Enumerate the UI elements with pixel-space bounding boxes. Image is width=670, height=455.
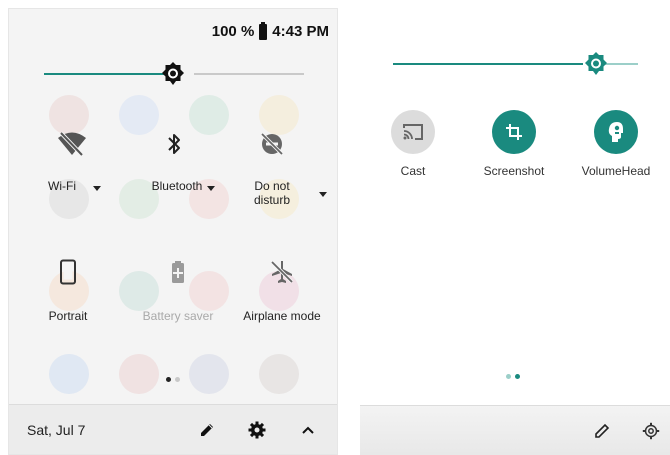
battery-percent: 100 % — [211, 23, 255, 40]
tile-airplane-mode[interactable]: Airplane mode — [235, 255, 329, 323]
wifi-dropdown-icon[interactable] — [93, 186, 101, 191]
edit-icon[interactable] — [590, 419, 614, 443]
collapse-chevron-up-icon[interactable] — [296, 418, 320, 442]
tile-wifi[interactable] — [37, 127, 107, 161]
airplane-icon — [265, 255, 299, 289]
tile-dnd-label-wrap[interactable]: Do not disturb — [237, 179, 307, 207]
page-dot-active — [515, 374, 520, 379]
crop-icon — [492, 110, 536, 154]
quick-settings-footer — [360, 405, 670, 455]
date-label: Sat, Jul 7 — [27, 422, 86, 438]
tile-portrait[interactable]: Portrait — [33, 255, 103, 323]
background-app-icon — [189, 354, 229, 394]
bluetooth-dropdown-icon[interactable] — [207, 186, 215, 191]
settings-gear-icon[interactable] — [639, 419, 663, 443]
tile-label: Bluetooth — [151, 179, 203, 193]
bluetooth-icon — [157, 127, 191, 161]
battery-saver-icon — [161, 255, 195, 289]
tile-cast[interactable]: Cast — [368, 110, 458, 178]
dnd-dropdown-icon[interactable] — [319, 192, 327, 197]
tile-bluetooth[interactable] — [139, 127, 209, 161]
status-bar: 100 % 4:43 PM — [211, 21, 329, 40]
quick-settings-panel: 100 % 4:43 PM Wi-Fi Bluetooth Do not dis… — [8, 8, 338, 455]
brightness-track-empty — [194, 73, 304, 75]
background-app-icon — [259, 354, 299, 394]
tile-label: Airplane mode — [243, 309, 321, 323]
page-indicator — [166, 377, 180, 382]
page-dot-active — [166, 377, 171, 382]
tile-do-not-disturb[interactable] — [237, 127, 307, 161]
tile-label: Battery saver — [142, 309, 214, 323]
tile-label: Portrait — [48, 309, 88, 323]
edit-icon[interactable] — [195, 418, 219, 442]
tile-screenshot[interactable]: Screenshot — [469, 110, 559, 178]
battery-icon — [259, 21, 268, 40]
tile-volumehead[interactable]: VolumeHead — [571, 110, 661, 178]
cast-icon — [391, 110, 435, 154]
tile-label: VolumeHead — [581, 164, 651, 178]
brightness-track-filled — [393, 63, 583, 65]
quick-settings-page-2: Cast Screenshot VolumeHead — [360, 0, 670, 455]
portrait-icon — [51, 255, 85, 289]
wifi-off-icon — [55, 127, 89, 161]
page-dot — [506, 374, 511, 379]
tile-wifi-label-wrap[interactable]: Wi-Fi — [27, 179, 97, 193]
do-not-disturb-icon — [255, 127, 289, 161]
tile-label: Do not disturb — [253, 179, 291, 207]
background-app-icon — [119, 354, 159, 394]
page-indicator — [506, 374, 520, 379]
page-dot — [175, 377, 180, 382]
clock: 4:43 PM — [272, 23, 329, 40]
background-app-icon — [49, 354, 89, 394]
brightness-icon[interactable] — [583, 51, 609, 77]
brightness-track-filled — [44, 73, 172, 75]
volume-head-icon — [594, 110, 638, 154]
tile-label: Wi-Fi — [48, 179, 76, 193]
tile-battery-saver[interactable]: Battery saver — [133, 255, 223, 323]
brightness-track-empty — [605, 63, 638, 65]
quick-settings-footer: Sat, Jul 7 — [9, 404, 337, 454]
brightness-slider[interactable] — [44, 62, 304, 86]
tile-bluetooth-label-wrap[interactable]: Bluetooth — [137, 179, 217, 193]
tile-label: Cast — [400, 164, 426, 178]
tile-label: Screenshot — [483, 164, 545, 178]
brightness-icon[interactable] — [160, 61, 186, 87]
brightness-slider[interactable] — [393, 52, 638, 76]
settings-gear-icon[interactable] — [245, 418, 269, 442]
